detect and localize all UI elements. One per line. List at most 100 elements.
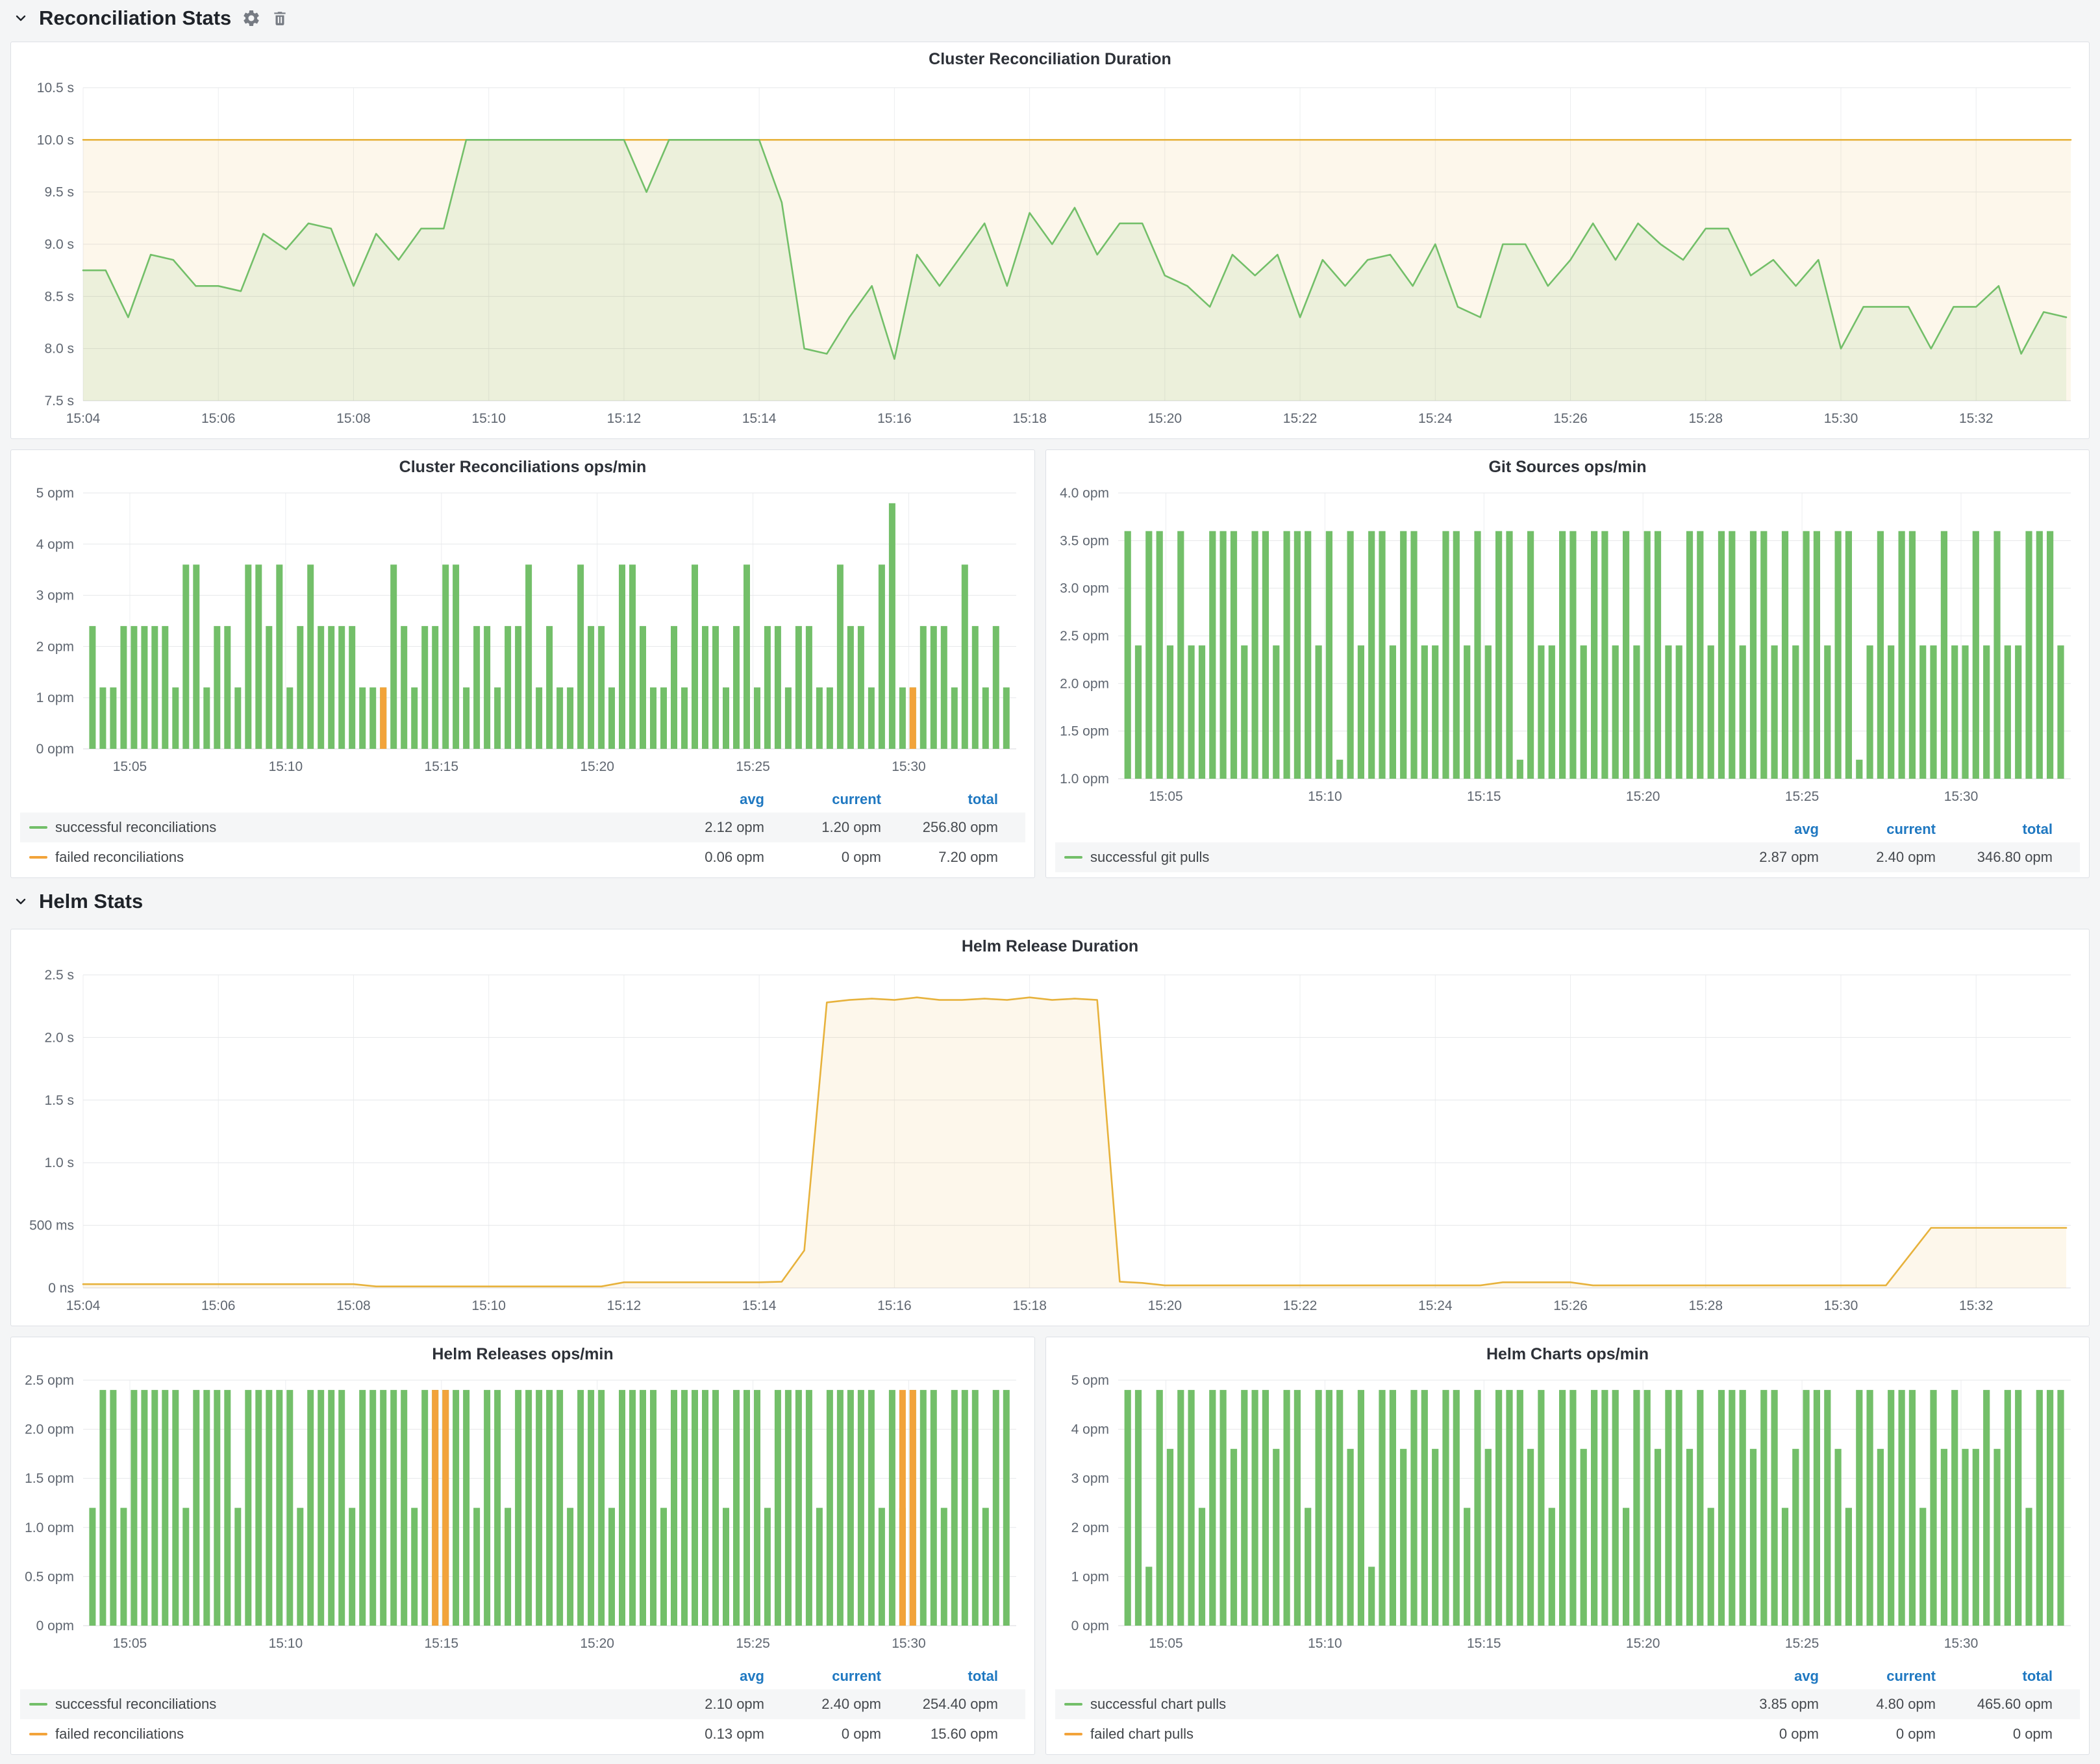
svg-text:15:20: 15:20 <box>1148 1298 1182 1313</box>
helm-releases-bar-chart[interactable]: 15:0515:1015:1515:2015:2515:302.5 opm2.0… <box>15 1368 1031 1657</box>
svg-text:15:30: 15:30 <box>892 1636 926 1651</box>
svg-text:1 opm: 1 opm <box>1071 1569 1109 1584</box>
legend-column-current[interactable]: current <box>764 791 881 808</box>
legend-column-avg[interactable]: avg <box>647 1668 764 1685</box>
svg-text:15:08: 15:08 <box>336 1298 371 1313</box>
duration-time-series-plot[interactable]: 15:0415:0615:0815:1015:1215:1415:1615:18… <box>15 76 2085 432</box>
svg-text:15:28: 15:28 <box>1688 1298 1723 1313</box>
series-color-dash <box>1064 856 1082 859</box>
series-color-dash <box>29 856 47 859</box>
svg-text:2.0 opm: 2.0 opm <box>1060 676 1109 691</box>
svg-text:2.0 opm: 2.0 opm <box>25 1422 74 1437</box>
svg-text:15:18: 15:18 <box>1012 411 1047 426</box>
legend-stat-total: 346.80 opm <box>1936 849 2053 866</box>
legend-stat-current: 4.80 opm <box>1819 1696 1936 1713</box>
section-header-helm-stats[interactable]: Helm Stats <box>13 887 143 916</box>
svg-text:1.5 opm: 1.5 opm <box>1060 724 1109 739</box>
legend-column-avg[interactable]: avg <box>1702 1668 1819 1685</box>
legend-column-total[interactable]: total <box>1936 821 2053 838</box>
legend-column-total[interactable]: total <box>1936 1668 2053 1685</box>
svg-text:15:10: 15:10 <box>1308 1636 1342 1651</box>
legend-stat-avg: 2.12 opm <box>647 819 764 836</box>
legend-series-label[interactable]: successful reconciliations <box>55 819 216 836</box>
svg-text:3.0 opm: 3.0 opm <box>1060 581 1109 596</box>
legend-column-current[interactable]: current <box>764 1668 881 1685</box>
panel-title[interactable]: Cluster Reconciliation Duration <box>11 42 2089 76</box>
legend: avgcurrenttotalsuccessful chart pulls3.8… <box>1055 1663 2080 1749</box>
svg-text:15:05: 15:05 <box>113 759 147 774</box>
svg-text:15:26: 15:26 <box>1553 411 1588 426</box>
reconciliations-bar-chart[interactable]: 15:0515:1015:1515:2015:2515:305 opm4 opm… <box>15 481 1031 780</box>
legend-column-avg[interactable]: avg <box>647 791 764 808</box>
svg-text:5 opm: 5 opm <box>36 486 74 501</box>
panel-title[interactable]: Helm Releases ops/min <box>11 1337 1034 1371</box>
series-color-dash <box>29 1703 47 1706</box>
legend-series-label[interactable]: failed reconciliations <box>55 849 184 866</box>
panel-title[interactable]: Helm Release Duration <box>11 929 2089 963</box>
svg-text:0.5 opm: 0.5 opm <box>25 1569 74 1584</box>
svg-text:15:06: 15:06 <box>201 411 236 426</box>
trash-icon[interactable] <box>271 10 288 27</box>
legend-series-label[interactable]: successful reconciliations <box>55 1696 216 1713</box>
svg-text:15:10: 15:10 <box>269 1636 303 1651</box>
svg-text:15:15: 15:15 <box>1467 789 1501 804</box>
legend-item: failed chart pulls0 opm0 opm0 opm <box>1055 1719 2080 1749</box>
svg-text:15:04: 15:04 <box>66 1298 101 1313</box>
grafana-dashboard: Reconciliation Stats Cluster Reconciliat… <box>0 0 2100 1764</box>
svg-text:2 opm: 2 opm <box>1071 1520 1109 1535</box>
legend-series-label[interactable]: successful git pulls <box>1090 849 1209 866</box>
legend-stat-current: 0 opm <box>1819 1726 1936 1743</box>
gear-icon[interactable] <box>242 8 261 28</box>
legend-item: failed reconciliations0.06 opm0 opm7.20 … <box>20 842 1025 872</box>
section-title[interactable]: Reconciliation Stats <box>39 6 231 30</box>
section-title[interactable]: Helm Stats <box>39 890 143 913</box>
legend-series-label[interactable]: failed reconciliations <box>55 1726 184 1743</box>
svg-text:15:30: 15:30 <box>1944 789 1979 804</box>
svg-text:15:22: 15:22 <box>1283 411 1318 426</box>
chevron-down-icon[interactable] <box>13 894 29 909</box>
helm-duration-time-series-plot[interactable]: 15:0415:0615:0815:1015:1215:1415:1615:18… <box>15 963 2085 1319</box>
svg-text:15:25: 15:25 <box>736 759 770 774</box>
svg-text:10.0 s: 10.0 s <box>37 132 74 147</box>
legend: avgcurrenttotal successful reconciliation… <box>20 1663 1025 1749</box>
legend-stat-current: 1.20 opm <box>764 819 881 836</box>
svg-text:15:32: 15:32 <box>1959 1298 1994 1313</box>
legend-item: successful reconciliations2.10 opm2.40 o… <box>20 1689 1025 1719</box>
panel-git-sources-ops: Git Sources ops/min 15:0515:1015:1515:20… <box>1045 449 2090 878</box>
panel-helm-charts-ops: Helm Charts ops/min 15:0515:1015:1515:20… <box>1045 1337 2090 1755</box>
legend-column-current[interactable]: current <box>1819 1668 1936 1685</box>
legend-stat-avg: 0 opm <box>1702 1726 1819 1743</box>
svg-text:15:15: 15:15 <box>424 759 458 774</box>
legend-stat-avg: 0.06 opm <box>647 849 764 866</box>
legend-header: avgcurrenttotal <box>1055 816 2080 842</box>
chevron-down-icon[interactable] <box>13 10 29 26</box>
legend-column-current[interactable]: current <box>1819 821 1936 838</box>
svg-text:15:10: 15:10 <box>471 411 506 426</box>
legend-series-label[interactable]: failed chart pulls <box>1090 1726 1194 1743</box>
svg-text:2.5 s: 2.5 s <box>44 968 74 983</box>
series-color-dash <box>1064 1733 1082 1735</box>
git-sources-bar-chart[interactable]: 15:0515:1015:1515:2015:2515:304.0 opm3.5… <box>1050 481 2085 810</box>
legend-column-avg[interactable]: avg <box>1702 821 1819 838</box>
svg-text:0 ns: 0 ns <box>48 1281 74 1296</box>
panel-title[interactable]: Git Sources ops/min <box>1046 450 2089 484</box>
svg-text:15:24: 15:24 <box>1418 411 1453 426</box>
panel-title[interactable]: Cluster Reconciliations ops/min <box>11 450 1034 484</box>
panel-helm-releases-ops: Helm Releases ops/min 15:0515:1015:1515:… <box>10 1337 1035 1755</box>
legend-column-total[interactable]: total <box>881 791 998 808</box>
svg-text:15:10: 15:10 <box>471 1298 506 1313</box>
svg-text:3 opm: 3 opm <box>36 588 74 603</box>
legend-stat-total: 7.20 opm <box>881 849 998 866</box>
svg-text:8.5 s: 8.5 s <box>44 289 74 304</box>
legend-stat-total: 15.60 opm <box>881 1726 998 1743</box>
svg-text:15:28: 15:28 <box>1688 411 1723 426</box>
svg-text:2 opm: 2 opm <box>36 639 74 654</box>
helm-charts-bar-chart[interactable]: 15:0515:1015:1515:2015:2515:305 opm4 opm… <box>1050 1368 2085 1657</box>
panel-title[interactable]: Helm Charts ops/min <box>1046 1337 2089 1371</box>
svg-text:15:18: 15:18 <box>1012 1298 1047 1313</box>
section-header-reconciliation-stats[interactable]: Reconciliation Stats <box>13 4 288 32</box>
svg-text:15:26: 15:26 <box>1553 1298 1588 1313</box>
svg-text:15:08: 15:08 <box>336 411 371 426</box>
legend-column-total[interactable]: total <box>881 1668 998 1685</box>
legend-series-label[interactable]: successful chart pulls <box>1090 1696 1226 1713</box>
